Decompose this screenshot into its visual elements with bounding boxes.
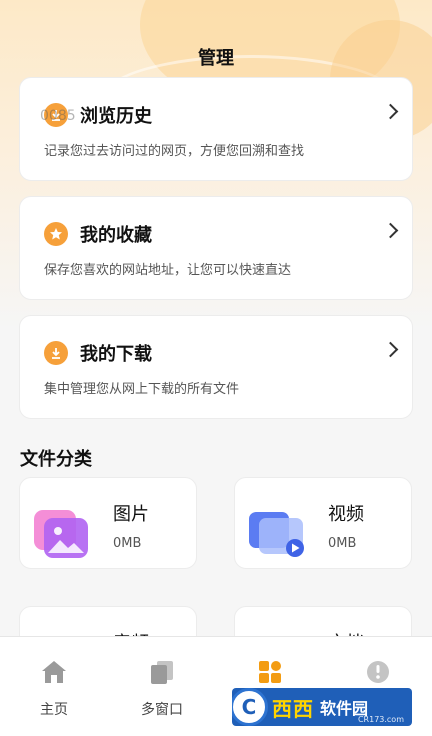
star-icon [44,222,68,246]
card-description: 保存您喜欢的网站地址，让您可以快速直达 [44,263,292,278]
history-card[interactable]: 浏览历史 记录您过去访问过的网页，方便您回溯和查找 [19,77,413,181]
download-icon [44,341,68,365]
site-logo-icon: C [232,688,268,726]
manage-icon [230,659,310,685]
downloads-card[interactable]: 我的下载 集中管理您从网上下载的所有文件 [19,315,413,419]
site-url: CR173.com [357,715,404,724]
card-header: 我的下载 [44,340,152,366]
nav-home[interactable]: 主页 [14,659,94,719]
card-title: 我的下载 [80,344,152,365]
chevron-right-icon [382,341,399,358]
card-title: 我的收藏 [80,225,152,246]
favorites-card[interactable]: 我的收藏 保存您喜欢的网站地址，让您可以快速直达 [19,196,413,300]
nav-multi-window[interactable]: 多窗口 [122,659,202,719]
chevron-right-icon [382,103,399,120]
video-icon [249,512,304,557]
site-name: 西西 [272,696,314,721]
home-icon [14,659,94,685]
file-category-images[interactable]: 图片 0MB [19,477,197,569]
chevron-right-icon [382,222,399,239]
info-icon [338,659,418,685]
card-description: 记录您过去访问过的网页，方便您回溯和查找 [44,144,305,159]
card-header: 我的收藏 [44,221,152,247]
image-icon [34,510,88,558]
site-watermark-badge: C 西西 软件园 CR173.com [232,688,412,726]
file-category-size: 0MB [328,536,357,551]
nav-label: 多窗口 [141,702,183,718]
file-category-size: 0MB [113,536,142,551]
windows-icon [122,659,202,685]
file-category-name: 图片 [113,504,149,525]
file-category-name: 视频 [328,504,364,525]
watermark-text: 0085 [40,108,76,124]
file-categories-title: 文件分类 [20,449,92,470]
card-description: 集中管理您从网上下载的所有文件 [44,382,240,397]
card-title: 浏览历史 [80,106,152,127]
nav-label: 主页 [40,702,68,718]
file-category-videos[interactable]: 视频 0MB [234,477,412,569]
page-title: 管理 [198,48,234,69]
